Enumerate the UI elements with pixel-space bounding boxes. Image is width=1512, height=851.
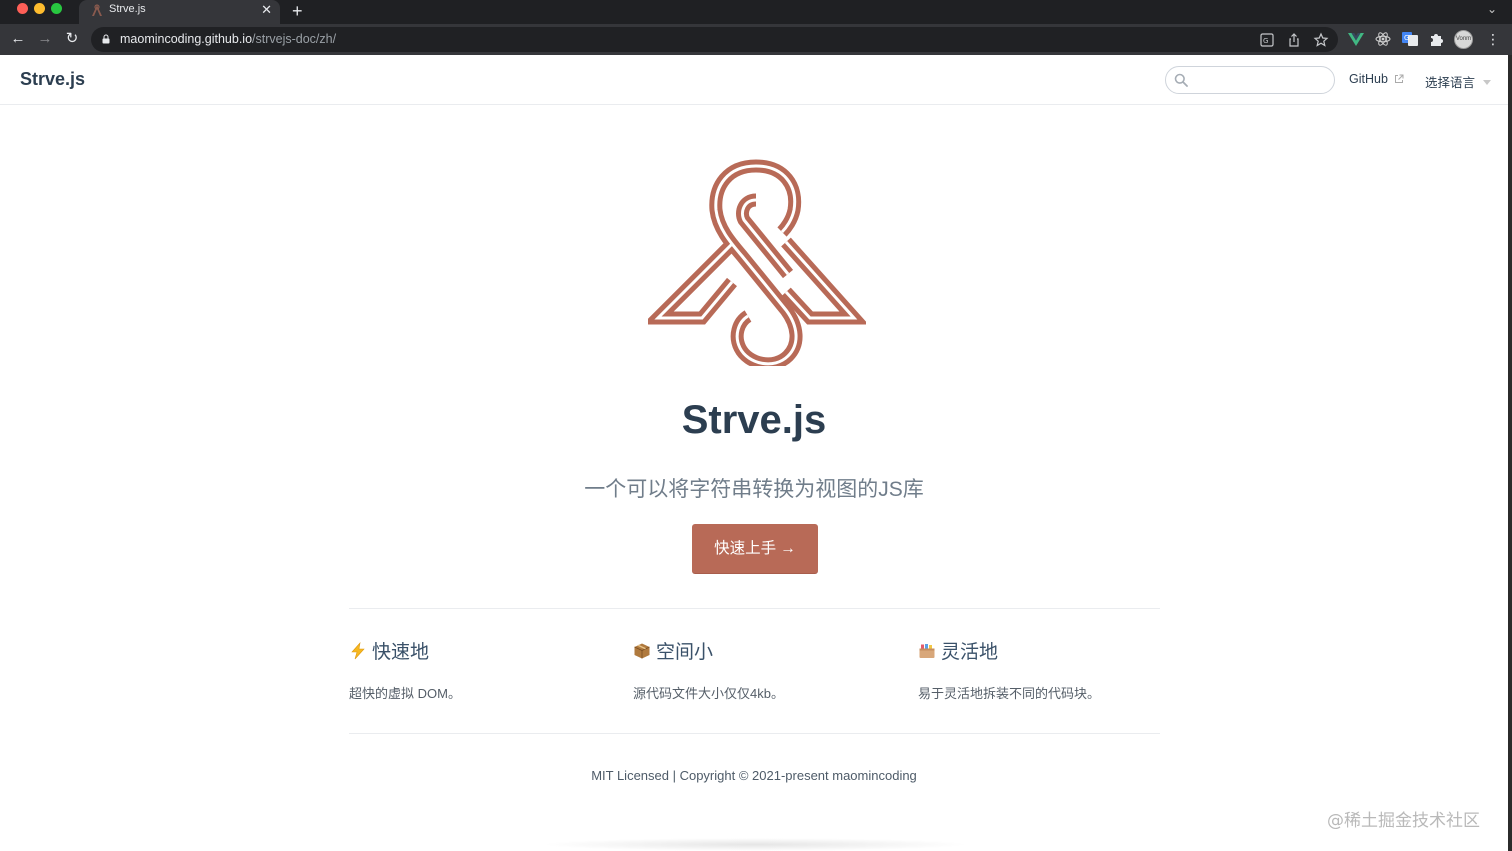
- feature-text: 源代码文件大小仅仅4kb。: [633, 686, 784, 701]
- tab-close-icon[interactable]: ✕: [261, 2, 272, 18]
- footer-divider: [349, 733, 1160, 734]
- window-zoom-icon[interactable]: [51, 3, 62, 14]
- search-input[interactable]: [1192, 70, 1332, 92]
- external-link-icon: [1395, 74, 1404, 83]
- card-box-icon: [919, 644, 935, 658]
- svg-text:G: G: [1263, 37, 1268, 45]
- search-icon: [1174, 73, 1188, 87]
- strve-favicon-icon: [92, 4, 102, 16]
- feature-text: 易于灵活地拆装不同的代码块。: [918, 686, 1101, 701]
- vue-devtools-icon[interactable]: [1347, 30, 1365, 48]
- lightning-icon: [351, 642, 365, 660]
- nav-github-label: GitHub: [1349, 72, 1388, 86]
- extensions-puzzle-icon[interactable]: [1428, 30, 1446, 48]
- window-edge: [1508, 55, 1512, 851]
- url-text[interactable]: maomincoding.github.io/strvejs-doc/zh/: [120, 32, 336, 46]
- footer-text: MIT Licensed | Copyright © 2021-present …: [591, 768, 917, 783]
- new-tab-icon[interactable]: +: [292, 0, 303, 22]
- search-box[interactable]: [1165, 66, 1335, 94]
- bookmark-star-icon[interactable]: [1313, 32, 1329, 48]
- get-started-button[interactable]: 快速上手 →: [692, 524, 818, 574]
- language-dropdown-label: 选择语言: [1425, 76, 1476, 90]
- site-navbar: Strve.js GitHub 选择语言: [0, 55, 1508, 105]
- caret-down-icon: [1483, 80, 1492, 85]
- feature-title: 空间小: [633, 640, 893, 666]
- hero-title: Strve.js: [681, 398, 827, 442]
- share-icon[interactable]: [1286, 32, 1302, 48]
- nav-link-github[interactable]: GitHub: [1349, 72, 1404, 86]
- forward-arrow-icon[interactable]: →: [35, 29, 55, 49]
- lock-icon: [102, 34, 110, 44]
- watermark-text: @稀土掘金技术社区: [1327, 811, 1480, 831]
- reload-icon[interactable]: ↻: [62, 29, 82, 49]
- feature-fast: 快速地 超快的虚拟 DOM。: [349, 640, 609, 702]
- feature-title: 快速地: [349, 640, 609, 666]
- back-arrow-icon[interactable]: ←: [8, 29, 28, 49]
- hero-description: 一个可以将字符串转换为视图的JS库: [584, 478, 924, 501]
- feature-flexible: 灵活地 易于灵活地拆装不同的代码块。: [918, 640, 1178, 702]
- browser-toolbar: ← → ↻ maomincoding.github.io/strvejs-doc…: [0, 24, 1512, 55]
- profile-avatar[interactable]: Vonm: [1454, 30, 1473, 49]
- translate-icon[interactable]: G: [1259, 32, 1275, 48]
- feature-title: 灵活地: [918, 640, 1178, 666]
- language-dropdown[interactable]: 选择语言: [1425, 72, 1492, 91]
- window-close-icon[interactable]: [17, 3, 28, 14]
- site-title[interactable]: Strve.js: [20, 69, 85, 90]
- react-devtools-icon[interactable]: [1374, 30, 1392, 48]
- feature-small: 空间小 源代码文件大小仅仅4kb。: [633, 640, 893, 702]
- browser-menu-icon[interactable]: ⋮: [1486, 29, 1500, 49]
- window-minimize-icon[interactable]: [34, 3, 45, 14]
- svg-text:G: G: [1404, 34, 1409, 42]
- address-bar[interactable]: maomincoding.github.io/strvejs-doc/zh/ G: [91, 27, 1338, 52]
- browser-tab[interactable]: Strve.js ✕: [79, 0, 280, 24]
- tab-title: Strve.js: [109, 3, 146, 15]
- bottom-shadow: [540, 838, 970, 851]
- feature-text: 超快的虚拟 DOM。: [349, 686, 461, 701]
- browser-tab-bar: Strve.js ✕ + ⌄: [0, 0, 1512, 24]
- google-translate-icon[interactable]: G: [1401, 30, 1419, 48]
- tab-search-chevron-icon[interactable]: ⌄: [1487, 2, 1497, 16]
- features-top-divider: [349, 608, 1160, 609]
- package-icon: [634, 643, 650, 659]
- strve-logo-icon: [648, 159, 866, 366]
